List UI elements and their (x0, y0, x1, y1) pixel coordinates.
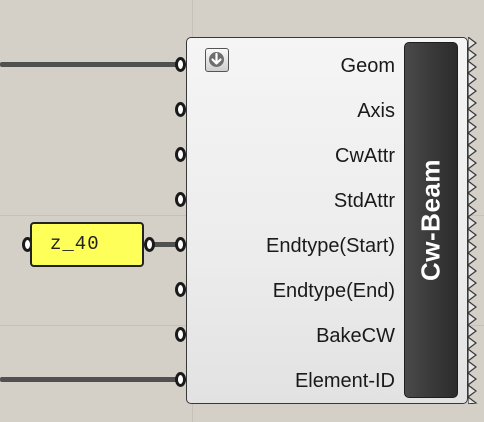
input-label: Endtype(Start) (266, 235, 395, 257)
zigzag-edge-icon (468, 37, 478, 404)
input-label: Endtype(End) (272, 280, 395, 302)
input-list: Geom Axis CwAttr StdAttr Endtype(Start) … (187, 38, 401, 403)
input-port-endtype-end[interactable] (175, 282, 186, 297)
cw-beam-component[interactable]: Geom Axis CwAttr StdAttr Endtype(Start) … (186, 37, 468, 404)
wire-geom[interactable] (0, 62, 183, 67)
input-label: BakeCW (316, 325, 395, 347)
input-param-geom[interactable]: Geom (187, 50, 401, 82)
text-panel[interactable]: z_40 (30, 222, 144, 267)
canvas-grid-line (192, 404, 193, 422)
panel-text: z_40 (50, 233, 100, 255)
input-label: CwAttr (335, 145, 395, 167)
input-param-stdattr[interactable]: StdAttr (187, 185, 401, 217)
input-param-endtype-end[interactable]: Endtype(End) (187, 275, 401, 307)
input-label: Geom (340, 55, 395, 77)
input-port-axis[interactable] (175, 102, 186, 117)
input-param-cwattr[interactable]: CwAttr (187, 140, 401, 172)
input-port-bakecw[interactable] (175, 327, 186, 342)
input-port-cwattr[interactable] (175, 147, 186, 162)
wire-element-id[interactable] (0, 377, 183, 382)
input-port-element-id[interactable] (175, 372, 186, 387)
input-label: StdAttr (333, 190, 395, 212)
input-param-bakecw[interactable]: BakeCW (187, 320, 401, 352)
component-nickname-bar[interactable]: Cw-Beam (404, 42, 458, 398)
input-param-element-id[interactable]: Element-ID (187, 365, 401, 397)
input-label: Axis (357, 100, 395, 122)
input-label: Element-ID (294, 370, 395, 392)
input-port-endtype-start[interactable] (175, 237, 186, 252)
input-param-axis[interactable]: Axis (187, 95, 401, 127)
input-port-geom[interactable] (175, 57, 186, 72)
canvas-grid-line (192, 0, 193, 37)
component-nickname: Cw-Beam (415, 159, 446, 281)
input-port-stdattr[interactable] (175, 192, 186, 207)
panel-output-port[interactable] (144, 237, 155, 252)
input-param-endtype-start[interactable]: Endtype(Start) (187, 230, 401, 262)
